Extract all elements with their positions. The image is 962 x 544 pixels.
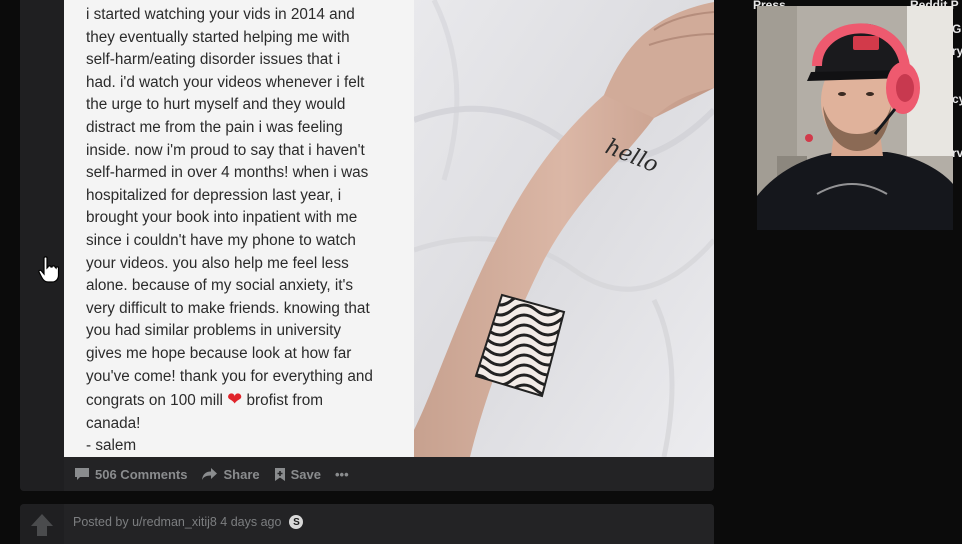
heart-icon: ❤ [227, 389, 243, 410]
share-icon [202, 468, 218, 480]
photo-drawing: hello [412, 0, 714, 458]
arm-tattoo-photo: hello [412, 0, 714, 458]
vote-column-2 [20, 504, 64, 544]
reddit-post-2: Posted by u/redman_xitij8 4 days ago S [20, 504, 714, 544]
label-g: G [952, 22, 962, 36]
reddit-post: i started watching your vids in 2014 and… [20, 0, 714, 491]
save-label: Save [290, 466, 321, 482]
message-signature: - salem [86, 437, 137, 455]
label-cy: cy [952, 92, 962, 106]
post2-meta: Posted by u/redman_xitij8 4 days ago S [73, 515, 304, 529]
message-text: i started watching your vids in 2014 and… [86, 4, 414, 458]
hand-cursor-icon [38, 256, 60, 283]
streamer-video [757, 6, 953, 230]
comment-icon [75, 468, 89, 480]
more-icon: ••• [335, 466, 349, 482]
post2-byline[interactable]: Posted by u/redman_xitij8 4 days ago [73, 515, 281, 529]
comments-button[interactable]: 506 Comments [74, 467, 187, 482]
message-body: i started watching your vids in 2014 and… [86, 6, 373, 410]
save-button[interactable]: Save [274, 467, 321, 482]
post-image[interactable]: i started watching your vids in 2014 and… [64, 0, 714, 458]
webcam-overlay [757, 6, 953, 230]
upvote-icon[interactable] [20, 504, 64, 544]
more-options-button[interactable]: ••• [335, 467, 349, 482]
share-button[interactable]: Share [201, 466, 260, 482]
share-label: Share [223, 466, 260, 482]
label-ry: ry [952, 44, 962, 58]
post-actions-bar: 506 Comments Share Save ••• [64, 457, 714, 491]
message-panel: i started watching your vids in 2014 and… [64, 0, 414, 457]
label-rv: rv [952, 146, 962, 160]
bookmark-icon [274, 467, 285, 481]
award-icon: S [289, 515, 304, 529]
vote-column [20, 0, 64, 491]
comments-label: 506 Comments [95, 466, 188, 482]
